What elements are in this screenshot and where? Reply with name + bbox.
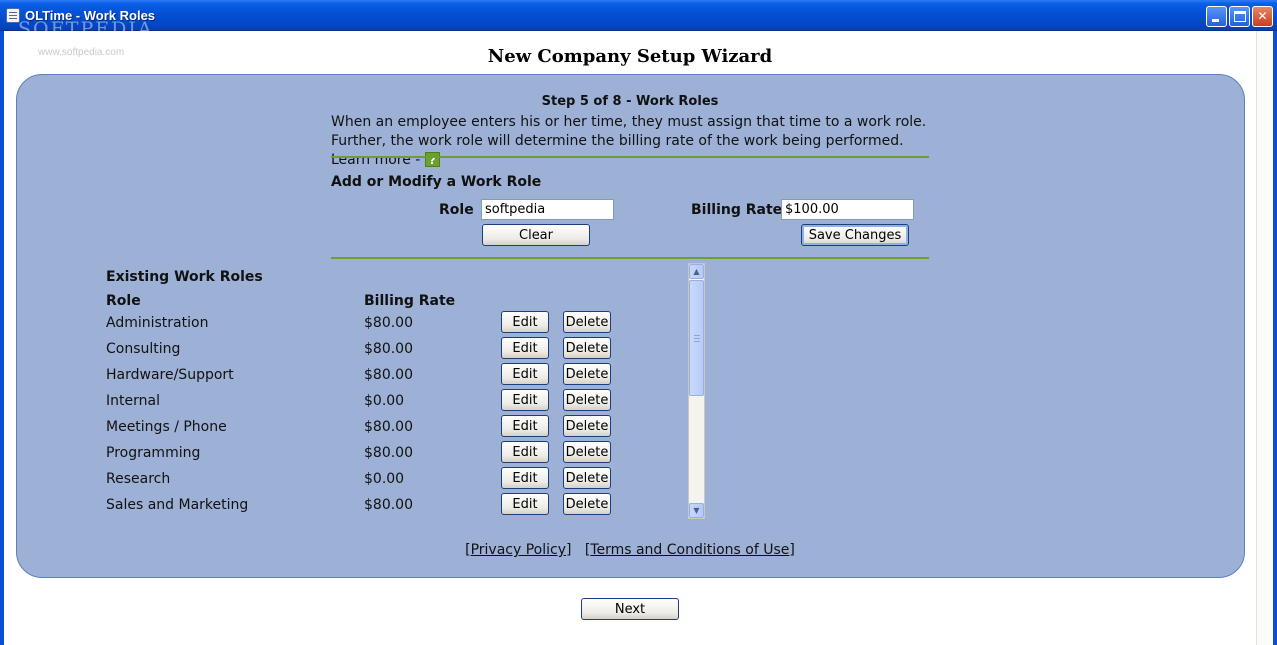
edit-button[interactable]: Edit bbox=[501, 337, 549, 359]
next-button[interactable]: Next bbox=[581, 598, 679, 620]
delete-button[interactable]: Delete bbox=[563, 493, 611, 515]
maximize-icon bbox=[1234, 11, 1246, 22]
close-icon: ✕ bbox=[1257, 9, 1268, 23]
window-title: OLTime - Work Roles bbox=[25, 8, 156, 23]
role-rate: $80.00 bbox=[364, 419, 413, 435]
maximize-button[interactable] bbox=[1229, 6, 1250, 27]
divider-bottom bbox=[331, 257, 929, 259]
footer-links: [Privacy Policy] [Terms and Conditions o… bbox=[465, 542, 795, 558]
edit-button[interactable]: Edit bbox=[501, 389, 549, 411]
existing-roles-title: Existing Work Roles bbox=[106, 269, 263, 285]
save-changes-button[interactable]: Save Changes bbox=[801, 224, 909, 246]
minimize-button[interactable] bbox=[1206, 6, 1227, 27]
chevron-down-icon: ▼ bbox=[693, 506, 700, 515]
edit-button[interactable]: Edit bbox=[501, 311, 549, 333]
rate-column-header: Billing Rate bbox=[364, 293, 456, 309]
edit-button[interactable]: Edit bbox=[501, 493, 549, 515]
edit-button[interactable]: Edit bbox=[501, 467, 549, 489]
minimize-icon bbox=[1212, 19, 1219, 22]
role-name: Consulting bbox=[106, 341, 181, 357]
window-left-border bbox=[0, 31, 4, 645]
delete-button[interactable]: Delete bbox=[563, 363, 611, 385]
billing-rate-label: Billing Rate bbox=[691, 202, 783, 218]
edit-button[interactable]: Edit bbox=[501, 415, 549, 437]
role-name: Administration bbox=[106, 315, 209, 331]
scroll-up-button[interactable]: ▲ bbox=[689, 264, 704, 279]
delete-button[interactable]: Delete bbox=[563, 311, 611, 333]
privacy-policy-link[interactable]: Privacy Policy bbox=[471, 542, 566, 558]
delete-button[interactable]: Delete bbox=[563, 389, 611, 411]
role-name: Research bbox=[106, 471, 171, 487]
step-title: Step 5 of 8 - Work Roles bbox=[541, 94, 719, 109]
role-label: Role bbox=[439, 202, 474, 218]
modify-section-title: Add or Modify a Work Role bbox=[331, 174, 542, 190]
chevron-up-icon: ▲ bbox=[693, 267, 700, 276]
role-rate: $80.00 bbox=[364, 367, 413, 383]
grip-icon bbox=[694, 335, 700, 342]
roles-scrollbar[interactable]: ▲ ▼ bbox=[688, 263, 705, 519]
edit-button[interactable]: Edit bbox=[501, 441, 549, 463]
delete-button[interactable]: Delete bbox=[563, 337, 611, 359]
help-icon[interactable]: ? bbox=[424, 152, 440, 167]
scroll-thumb[interactable] bbox=[689, 280, 704, 396]
role-name: Internal bbox=[106, 393, 160, 409]
page-title: New Company Setup Wizard bbox=[487, 46, 773, 67]
billing-rate-input[interactable] bbox=[781, 199, 914, 220]
close-button[interactable]: ✕ bbox=[1252, 6, 1273, 27]
divider-top bbox=[331, 156, 929, 158]
role-rate: $80.00 bbox=[364, 445, 413, 461]
role-rate: $0.00 bbox=[364, 393, 405, 409]
role-rate: $80.00 bbox=[364, 315, 413, 331]
scroll-down-button[interactable]: ▼ bbox=[689, 503, 704, 518]
role-name: Sales and Marketing bbox=[106, 497, 249, 513]
role-name: Programming bbox=[106, 445, 201, 461]
delete-button[interactable]: Delete bbox=[563, 467, 611, 489]
role-rate: $0.00 bbox=[364, 471, 405, 487]
role-name: Meetings / Phone bbox=[106, 419, 227, 435]
description-text: When an employee enters his or her time,… bbox=[331, 114, 927, 168]
delete-button[interactable]: Delete bbox=[563, 415, 611, 437]
app-icon bbox=[6, 8, 20, 23]
clear-button[interactable]: Clear bbox=[482, 224, 590, 246]
role-rate: $80.00 bbox=[364, 497, 413, 513]
terms-link[interactable]: Terms and Conditions of Use bbox=[590, 542, 789, 558]
step-description: When an employee enters his or her time,… bbox=[331, 113, 929, 170]
role-input[interactable] bbox=[481, 199, 614, 220]
title-bar: OLTime - Work Roles SOFTPEDIA ✕ bbox=[0, 0, 1277, 40]
role-name: Hardware/Support bbox=[106, 367, 234, 383]
edit-button[interactable]: Edit bbox=[501, 363, 549, 385]
role-rate: $80.00 bbox=[364, 341, 413, 357]
delete-button[interactable]: Delete bbox=[563, 441, 611, 463]
role-column-header: Role bbox=[106, 293, 141, 309]
window-right-border bbox=[1273, 31, 1277, 645]
page-scrollbar[interactable] bbox=[1256, 31, 1273, 645]
